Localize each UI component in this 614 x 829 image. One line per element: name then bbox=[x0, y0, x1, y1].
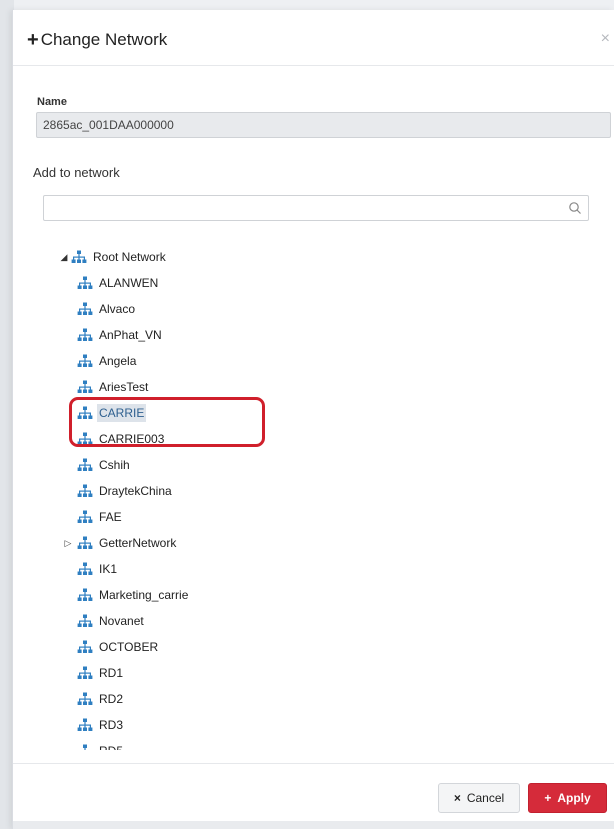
network-icon bbox=[77, 328, 93, 341]
network-icon bbox=[71, 250, 87, 263]
tree-node[interactable]: DraytekChina bbox=[77, 480, 174, 502]
network-icon bbox=[77, 380, 93, 393]
network-icon bbox=[77, 354, 93, 367]
tree-node-label: GetterNetwork bbox=[99, 536, 177, 550]
network-icon bbox=[77, 692, 93, 705]
tree-node[interactable]: Angela bbox=[77, 350, 138, 372]
tree-node[interactable]: RD3 bbox=[77, 714, 125, 736]
tree-node-label: Angela bbox=[99, 354, 137, 368]
network-search-box[interactable] bbox=[43, 195, 589, 221]
tree-node[interactable]: ▷ GetterNetwork bbox=[65, 532, 178, 554]
tree-node[interactable]: Marketing_carrie bbox=[77, 584, 190, 606]
network-icon bbox=[77, 406, 93, 419]
collapsed-caret-icon[interactable]: ▷ bbox=[61, 538, 75, 549]
plus-icon: + bbox=[27, 28, 39, 51]
tree-node-label: AnPhat_VN bbox=[99, 328, 162, 342]
network-icon bbox=[77, 588, 93, 601]
network-icon bbox=[77, 562, 93, 575]
network-icon bbox=[77, 614, 93, 627]
tree-node[interactable]: RD5 bbox=[77, 740, 125, 750]
tree-node-label: DraytekChina bbox=[99, 484, 172, 498]
expanded-caret-icon[interactable]: ◢ bbox=[57, 252, 71, 263]
tree-node-label: RD3 bbox=[99, 718, 124, 732]
dialog-title-text: Change Network bbox=[40, 30, 168, 49]
tree-node-label: CARRIE bbox=[97, 404, 147, 422]
name-field: 2865ac_001DAA000000 bbox=[36, 112, 611, 138]
tree-node[interactable]: CARRIE003 bbox=[77, 428, 166, 450]
network-icon bbox=[77, 302, 93, 315]
tree-node-label: ALANWEN bbox=[99, 276, 159, 290]
tree-node[interactable]: CARRIE bbox=[77, 402, 147, 424]
tree-node-label: Marketing_carrie bbox=[99, 588, 189, 602]
network-icon bbox=[77, 432, 93, 445]
tree-node-label: RD5 bbox=[97, 742, 125, 750]
tree-node[interactable]: Novanet bbox=[77, 610, 146, 632]
tree-node[interactable]: ALANWEN bbox=[77, 272, 160, 294]
tree-node-label: Root Network bbox=[93, 250, 166, 264]
apply-button-label: Apply bbox=[557, 791, 591, 805]
network-icon bbox=[77, 640, 93, 653]
dialog-header: + Change Network × bbox=[13, 10, 614, 66]
network-icon bbox=[83, 744, 87, 750]
change-network-dialog: + Change Network × Name 2865ac_001DAA000… bbox=[12, 10, 614, 829]
tree-node-root-network[interactable]: ◢ Root Network bbox=[57, 246, 168, 268]
add-to-network-label: Add to network bbox=[33, 165, 120, 180]
close-icon[interactable]: × bbox=[601, 30, 610, 48]
network-icon bbox=[77, 510, 93, 523]
tree-node[interactable]: FAE bbox=[77, 506, 124, 528]
network-icon bbox=[77, 718, 93, 731]
tree-node[interactable]: AriesTest bbox=[77, 376, 150, 398]
tree-node-label: RD1 bbox=[99, 666, 124, 680]
plus-icon: + bbox=[544, 791, 552, 805]
tree-node[interactable]: IK1 bbox=[77, 558, 119, 580]
cancel-button-label: Cancel bbox=[466, 791, 505, 805]
tree-node-label: Alvaco bbox=[99, 302, 136, 316]
dialog-footer: × Cancel + Apply bbox=[13, 763, 614, 829]
tree-node-label: OCTOBER bbox=[99, 640, 159, 654]
tree-node[interactable]: RD2 bbox=[77, 688, 125, 710]
tree-node-label: FAE bbox=[99, 510, 122, 524]
network-icon bbox=[77, 536, 93, 549]
dialog-title: + Change Network bbox=[27, 30, 167, 50]
tree-node-label: CARRIE003 bbox=[99, 432, 165, 446]
network-icon bbox=[77, 666, 93, 679]
apply-button[interactable]: + Apply bbox=[528, 783, 607, 813]
tree-node[interactable]: RD1 bbox=[77, 662, 125, 684]
footer-bottom-bar bbox=[13, 821, 614, 829]
network-icon bbox=[77, 484, 93, 497]
tree-node-label: RD2 bbox=[99, 692, 124, 706]
network-tree: ◢ Root Network ALANWEN Alvaco AnPhat_VN Angel… bbox=[13, 242, 613, 750]
tree-node-label: Cshih bbox=[99, 458, 130, 472]
search-icon[interactable] bbox=[568, 201, 582, 215]
cancel-button[interactable]: × Cancel bbox=[438, 783, 520, 813]
tree-node[interactable]: Cshih bbox=[77, 454, 132, 476]
tree-node[interactable]: OCTOBER bbox=[77, 636, 160, 658]
network-icon bbox=[77, 276, 93, 289]
tree-node-label: Novanet bbox=[99, 614, 144, 628]
network-icon bbox=[77, 458, 93, 471]
name-label: Name bbox=[37, 96, 67, 108]
tree-node[interactable]: Alvaco bbox=[77, 298, 137, 320]
tree-node-label: IK1 bbox=[99, 562, 118, 576]
close-icon: × bbox=[453, 791, 461, 805]
tree-node-label: AriesTest bbox=[99, 380, 149, 394]
network-search-input[interactable] bbox=[48, 197, 558, 219]
tree-node[interactable]: AnPhat_VN bbox=[77, 324, 164, 346]
